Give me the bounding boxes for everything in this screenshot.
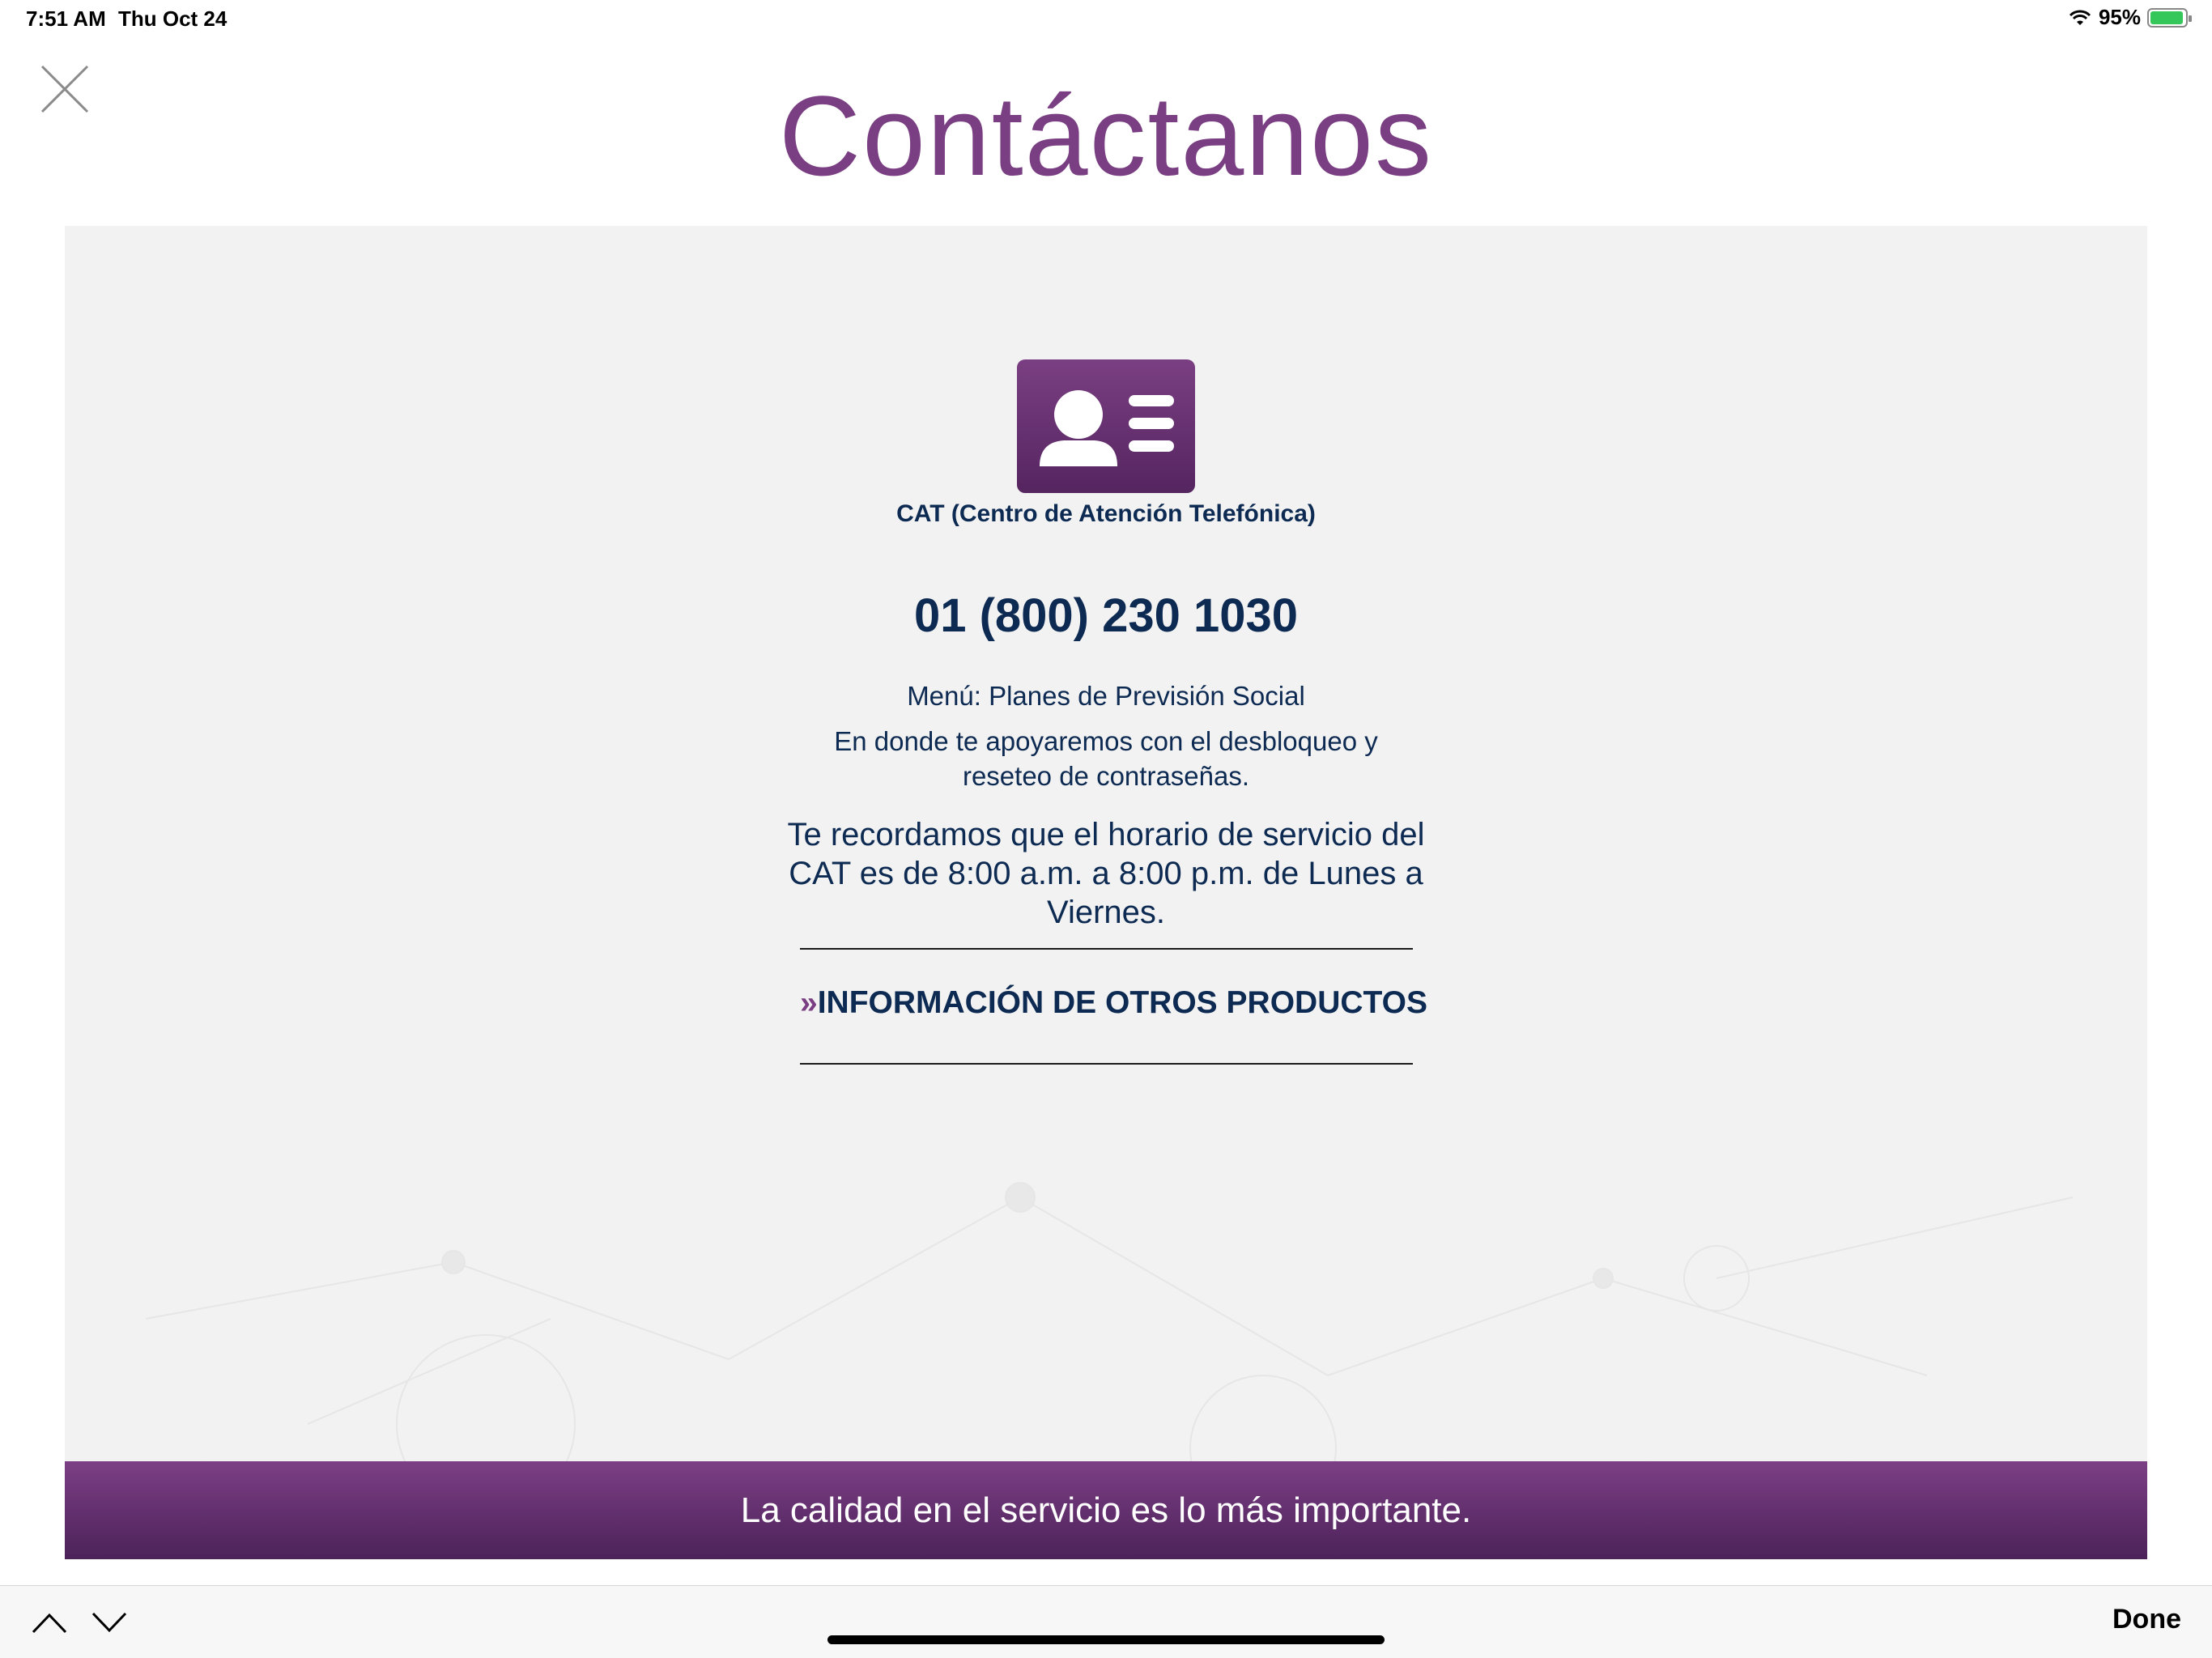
wifi-icon (2069, 10, 2091, 25)
support-line: reseteo de contraseñas. (962, 761, 1250, 791)
next-field-button[interactable] (91, 1610, 128, 1635)
phone-number: 01 (800) 230 1030 (913, 589, 1299, 642)
hours-line: Viernes. (1046, 895, 1165, 930)
contact-page: 7:51 AM Thu Oct 24 95% Contáctanos CAT (… (0, 0, 2212, 1658)
support-line: En donde te apoyaremos con el desbloqueo… (834, 726, 1378, 756)
done-button[interactable]: Done (2112, 1604, 2181, 1635)
divider (800, 1063, 1413, 1065)
chevron-down-icon (91, 1612, 127, 1633)
contact-card-icon (1017, 359, 1195, 493)
cat-label: CAT (Centro de Atención Telefónica) (896, 500, 1316, 527)
keyboard-accessory-toolbar: Done (0, 1585, 2212, 1658)
battery-percent: 95% (2098, 5, 2141, 29)
divider (800, 948, 1413, 950)
hours-line: Te recordamos que el horario de servicio… (787, 817, 1425, 852)
support-description: En donde te apoyaremos con el desbloqueo… (65, 724, 2147, 793)
battery-level-fill (2150, 11, 2183, 24)
status-date: Thu Oct 24 (118, 6, 228, 31)
previous-field-button[interactable] (31, 1610, 68, 1635)
status-bar: 7:51 AM Thu Oct 24 95% (0, 0, 2212, 39)
battery-icon (2147, 7, 2192, 28)
contact-card: CAT (Centro de Atención Telefónica) 01 (… (65, 226, 2147, 1461)
service-hours: Te recordamos que el horario de servicio… (65, 815, 2147, 932)
hours-line: CAT es de 8:00 a.m. a 8:00 p.m. de Lunes… (789, 856, 1423, 891)
other-products-link[interactable]: »INFORMACIÓN DE OTROS PRODUCTOS (800, 985, 1427, 1021)
page-title: Contáctanos (778, 72, 1434, 199)
status-indicators: 95% (2068, 5, 2192, 30)
chevron-up-icon (32, 1613, 67, 1634)
status-time: 7:51 AM (26, 6, 106, 31)
menu-instruction: Menú: Planes de Previsión Social (907, 681, 1305, 711)
home-indicator[interactable] (827, 1635, 1385, 1644)
other-products-label: INFORMACIÓN DE OTROS PRODUCTOS (817, 985, 1428, 1020)
double-chevron-right-icon: » (800, 985, 818, 1020)
quality-banner: La calidad en el servicio es lo más impo… (65, 1461, 2147, 1559)
